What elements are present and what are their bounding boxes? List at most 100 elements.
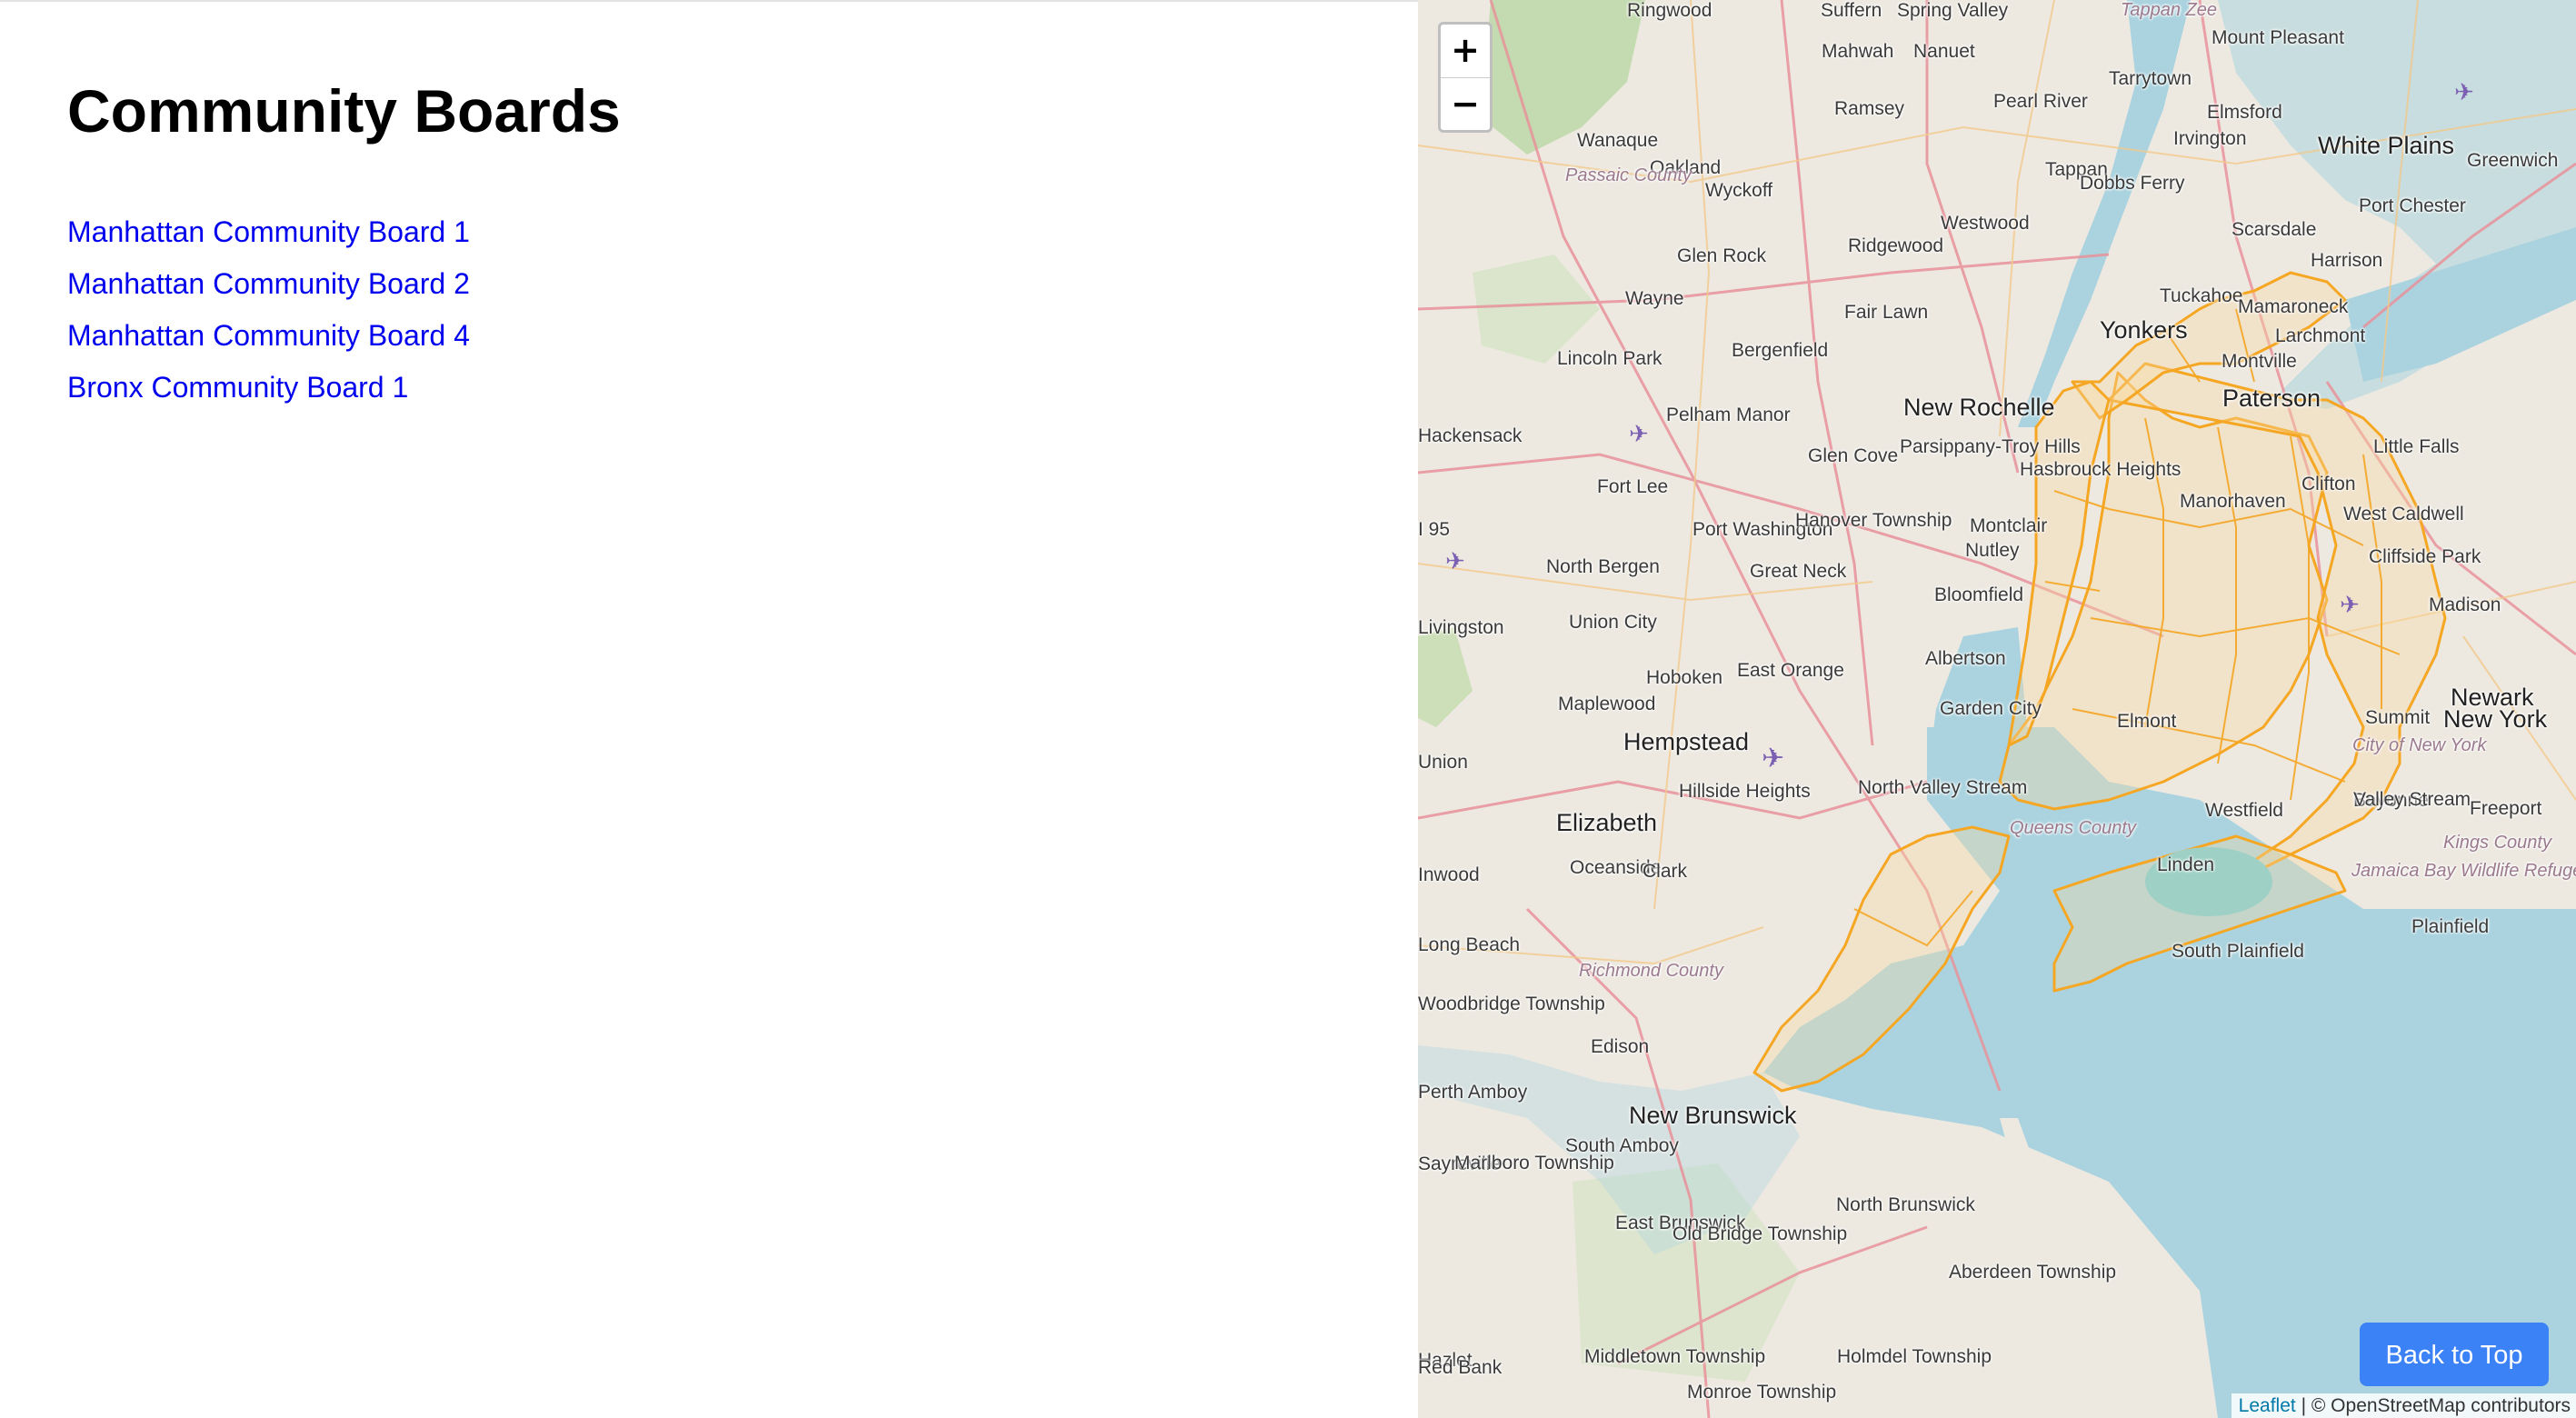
map-place-label: Larchmont [2275,325,2366,346]
map-place-label: Albertson [1925,648,2006,669]
map-place-label: Hillside Heights [1679,781,1811,802]
map-place-label: New York [2443,705,2548,733]
map-place-label: Fort Lee [1597,476,1669,497]
map-place-label: Summit [2365,707,2431,728]
map-place-label: Union [1418,752,1468,773]
map-place-label: North Brunswick [1836,1194,1975,1215]
map-place-label: Clark [1642,861,1688,882]
leaflet-link[interactable]: Leaflet [2239,1395,2296,1416]
map-place-label: North Bergen [1546,556,1660,577]
map-place-label: New Rochelle [1903,394,2055,421]
map-place-label: Kings County [2443,833,2551,853]
board-link-manhattan-4[interactable]: Manhattan Community Board 4 [67,319,470,352]
zoom-in-button[interactable]: + [1441,25,1490,78]
map-place-label: Freeport [2470,798,2542,819]
zoom-out-button[interactable]: − [1441,78,1490,131]
map-place-label: Ringwood [1627,0,1712,21]
map-place-label: Cliffside Park [2369,546,2481,567]
map-place-label: Jamaica Bay Wildlife Refuge [2351,861,2576,881]
map-place-label: Maplewood [1558,694,1656,714]
map-place-label: Clifton [2301,474,2356,494]
map-place-label: Manorhaven [2180,491,2286,512]
map-place-label: Inwood [1418,864,1480,885]
map-place-label: Ramsey [1834,98,1905,119]
map-place-label: Wanaque [1577,130,1659,151]
map-place-label: Westfield [2205,800,2283,821]
airport-icon: ✈ [1629,421,1649,448]
map-place-label: Wayne [1625,288,1684,309]
map-place-label: Suffern [1821,0,1882,21]
board-link-manhattan-2[interactable]: Manhattan Community Board 2 [67,267,470,300]
map-place-label: Pearl River [1993,91,2088,112]
map-place-label: Dobbs Ferry [2080,173,2185,194]
map-place-label: Westwood [1941,213,2030,234]
map-place-label: Edison [1591,1036,1650,1057]
airport-icon: ✈ [2340,592,2360,619]
map-place-label: Mahwah [1822,41,1894,62]
map-place-label: Glen Rock [1677,245,1767,266]
map-place-label: Livingston [1418,617,1504,638]
map-place-label: Valley Stream [2353,789,2471,810]
map-place-label: Great Neck [1750,561,1847,582]
map-place-label: Perth Amboy [1418,1082,1528,1103]
board-list: Manhattan Community Board 1 Manhattan Co… [67,211,470,418]
attribution-text: © OpenStreetMap contributors [2311,1395,2571,1416]
map-place-label: Lincoln Park [1557,348,1662,369]
map-place-label: Linden [2157,854,2215,875]
map-place-label: Glen Cove [1808,445,1899,466]
map-place-label: Marlboro Township [1454,1153,1614,1173]
map-place-label: Bloomfield [1934,584,2024,605]
airport-icon: ✈ [1445,548,1465,575]
map-place-label: Red Bank [1418,1357,1503,1378]
map-place-label: Long Beach [1418,934,1521,955]
page-title: Community Boards [67,77,621,145]
board-link-manhattan-1[interactable]: Manhattan Community Board 1 [67,215,470,248]
sidebar-panel: Community Boards Manhattan Community Boa… [0,0,1418,1418]
map-place-label: Elizabeth [1556,809,1658,836]
map-place-label: City of New York [2352,735,2487,755]
map-place-label: Monroe Township [1687,1382,1837,1403]
list-item: Manhattan Community Board 1 [67,211,470,263]
map-place-label: Bergenfield [1732,340,1829,361]
map-place-label: Scarsdale [2232,219,2317,240]
map-place-label: East Orange [1737,660,1844,681]
map-place-label: Plainfield [2411,916,2490,937]
map-place-label: Nanuet [1913,41,1975,62]
list-item: Manhattan Community Board 4 [67,315,470,366]
map-place-label: Woodbridge Township [1418,994,1605,1014]
map-place-label: Montclair [1970,515,2048,536]
map-place-label: Wyckoff [1705,180,1773,201]
map-place-label: Elmont [2117,711,2177,732]
map-place-label: Paterson [2222,384,2321,412]
map-place-label: Fair Lawn [1844,302,1929,323]
board-link-bronx-1[interactable]: Bronx Community Board 1 [67,371,408,404]
page: Community Boards Manhattan Community Boa… [0,0,2576,1418]
map-place-label: Hasbrouck Heights [2020,459,2182,480]
map-place-label: Harrison [2311,250,2383,271]
map-place-label: Elmsford [2207,102,2282,123]
map-place-label: Passaic County [1565,165,1692,185]
map-place-label: Little Falls [2373,436,2460,457]
map-place-label: Pelham Manor [1666,404,1791,425]
map-place-label: Queens County [2010,818,2136,838]
map-place-label: West Caldwell [2343,504,2464,524]
map-place-label: Hackensack [1418,425,1523,446]
map-place-label: Tuckahoe [2160,285,2243,306]
map-place-label: Hempstead [1623,728,1750,755]
map-place-label: Montville [2222,351,2297,372]
map-container[interactable]: ✈ ✈ ✈ ✈ ✈ Ringwood Suffern Spring Valley Ta… [1418,0,2576,1418]
list-item: Bronx Community Board 1 [67,366,470,418]
map-place-label: Union City [1569,612,1657,633]
back-to-top-button[interactable]: Back to Top [2360,1323,2549,1386]
map-place-label: Richmond County [1579,961,1723,981]
list-item: Manhattan Community Board 2 [67,263,470,315]
map-place-label: White Plains [2318,132,2455,159]
map-place-label: New Brunswick [1629,1102,1797,1129]
zoom-control: + − [1438,22,1493,133]
map-place-label: Middletown Township [1584,1346,1766,1367]
map-place-label: Greenwich [2467,150,2559,171]
map-place-label: Yonkers [2100,316,2188,344]
airport-icon: ✈ [1762,743,1784,774]
airport-icon: ✈ [2454,79,2474,106]
map-place-label: Ridgewood [1848,235,1944,256]
